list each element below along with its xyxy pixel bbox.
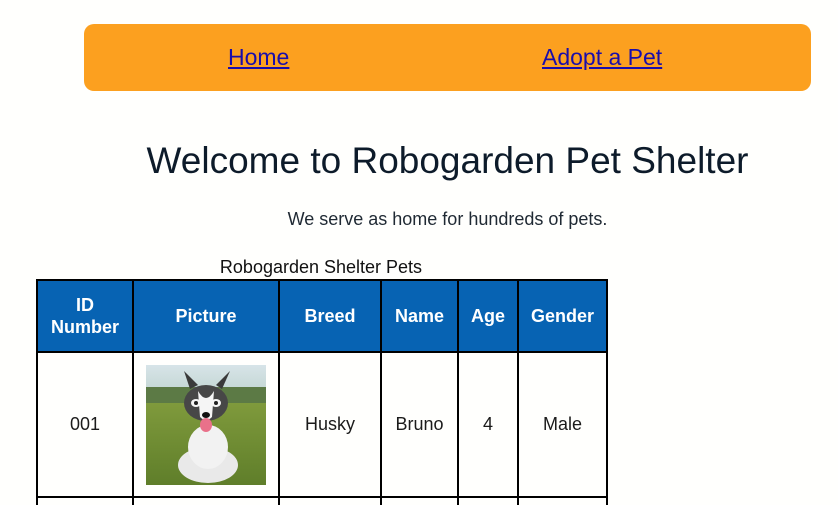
cell-empty — [132, 496, 280, 505]
cell-name: Bruno — [380, 351, 459, 498]
cell-gender: Male — [517, 351, 608, 498]
cell-picture — [132, 351, 280, 498]
top-navbar: Home Adopt a Pet — [84, 24, 811, 91]
header-id-line2: Number — [50, 317, 119, 337]
header-id-line1: ID — [76, 295, 94, 315]
table-row: 001 Husky Bruno 4 Male — [36, 351, 608, 498]
cell-empty — [517, 496, 608, 505]
page: Home Adopt a Pet Welcome to Robogarden P… — [0, 0, 838, 505]
header-picture: Picture — [132, 279, 280, 353]
table-header-row: ID Number Picture Breed Name Age Gender — [36, 279, 608, 353]
header-id-number: ID Number — [36, 279, 134, 353]
nav-link-home[interactable]: Home — [228, 44, 289, 71]
cell-empty — [457, 496, 519, 505]
nav-link-adopt-a-pet[interactable]: Adopt a Pet — [542, 44, 662, 71]
header-gender: Gender — [517, 279, 608, 353]
header-name: Name — [380, 279, 459, 353]
cell-empty — [36, 496, 134, 505]
header-age: Age — [457, 279, 519, 353]
cell-id: 001 — [36, 351, 134, 498]
cell-empty — [278, 496, 382, 505]
header-breed: Breed — [278, 279, 382, 353]
table-caption: Robogarden Shelter Pets — [219, 257, 423, 277]
page-subtitle: We serve as home for hundreds of pets. — [287, 209, 608, 229]
cell-empty — [380, 496, 459, 505]
husky-dog-photo — [146, 364, 266, 485]
cell-age: 4 — [457, 351, 519, 498]
cell-breed: Husky — [278, 351, 382, 498]
pets-table: ID Number Picture Breed Name Age Gender … — [36, 279, 608, 505]
table-row — [36, 496, 608, 505]
page-title: Welcome to Robogarden Pet Shelter — [146, 140, 749, 181]
